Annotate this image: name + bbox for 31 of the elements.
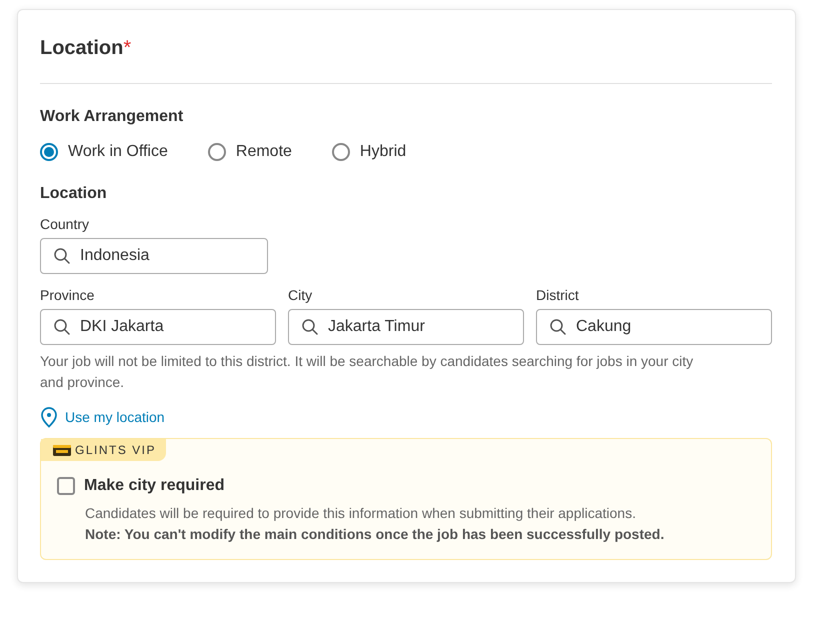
- input-field[interactable]: Jakarta Timur: [288, 309, 524, 345]
- radio-option[interactable]: Work in Office: [40, 143, 168, 161]
- radio-icon[interactable]: [208, 143, 226, 161]
- map-pin-icon: [40, 406, 58, 428]
- search-icon: [301, 318, 319, 336]
- search-icon: [53, 318, 71, 336]
- card-title: Location: [40, 37, 124, 59]
- field-label: District: [536, 287, 580, 303]
- use-location-link[interactable]: Use my location: [40, 406, 165, 428]
- search-icon: [53, 247, 71, 265]
- section-heading: Location: [40, 185, 108, 203]
- input-field[interactable]: Cakung: [536, 309, 772, 345]
- ticket-icon: [53, 444, 71, 456]
- field-label: City: [288, 287, 314, 303]
- required-mark: *: [123, 37, 132, 59]
- input-field[interactable]: DKI Jakarta: [40, 309, 276, 345]
- checkbox[interactable]: [57, 477, 75, 495]
- checkbox-option[interactable]: Make city required: [57, 477, 747, 495]
- radio-option[interactable]: Hybrid: [332, 143, 406, 161]
- radio-option[interactable]: Remote: [208, 143, 292, 161]
- field-label: Province: [40, 287, 96, 303]
- note-text: Note: You can't modify the main conditions once the job has been successfully posted.: [85, 525, 666, 544]
- radio-icon[interactable]: [332, 143, 350, 161]
- description-text: Candidates will be required to provide this information when submitting their applications.: [85, 504, 637, 523]
- input-field[interactable]: Indonesia: [40, 238, 268, 274]
- vip-badge: GLINTS VIP: [41, 439, 166, 461]
- section-heading: Work Arrangement: [40, 108, 184, 126]
- field-label: Country: [40, 216, 90, 232]
- helper-text: Your job will not be limited to this district. It will be searchable by candidates searching for jobs in your city and province.: [40, 352, 694, 392]
- radio-icon[interactable]: [40, 143, 58, 161]
- search-icon: [549, 318, 567, 336]
